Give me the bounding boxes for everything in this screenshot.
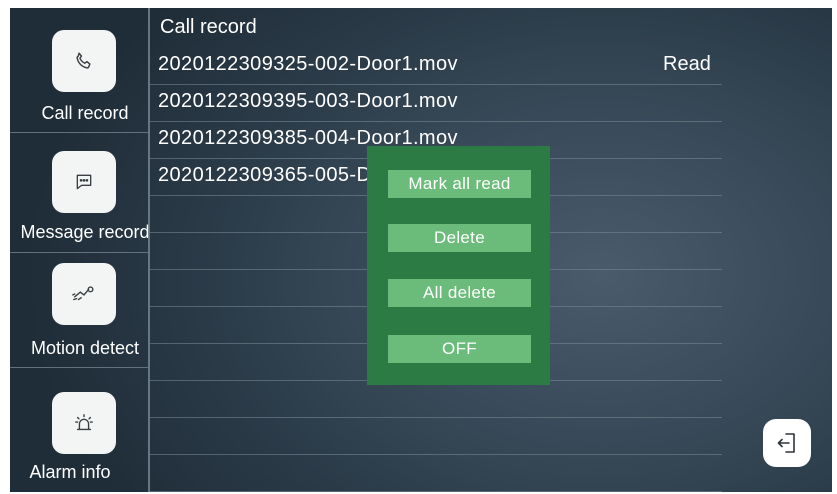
list-item[interactable] (150, 418, 722, 455)
sidebar-item-label: Call record (41, 103, 129, 123)
record-filename: 2020122309325-002-Door1.mov (158, 53, 458, 75)
sidebar-item-message-record[interactable]: Message record (10, 133, 150, 253)
phone-icon[interactable] (52, 30, 116, 92)
screen: Call record Message record Motion detect… (10, 8, 832, 492)
context-menu: Mark all read Delete All delete OFF (367, 146, 550, 385)
record-filename: 2020122309395-003-Door1.mov (158, 90, 458, 112)
motion-icon[interactable] (52, 263, 116, 325)
delete-button[interactable]: Delete (388, 224, 531, 252)
record-status: Read (663, 53, 711, 75)
sidebar-item-label: Motion detect (30, 338, 140, 358)
list-item[interactable] (150, 455, 722, 492)
off-button[interactable]: OFF (388, 335, 531, 363)
sidebar-item-label: Alarm info (29, 462, 111, 482)
sidebar-item-alarm-info[interactable]: Alarm info (10, 368, 150, 492)
sidebar-item-label: Message record (20, 222, 150, 242)
row-divider (150, 491, 722, 492)
sidebar: Call record Message record Motion detect… (10, 8, 150, 492)
sidebar-item-call-record[interactable]: Call record (10, 8, 150, 133)
sidebar-item-motion-detect[interactable]: Motion detect (10, 253, 150, 368)
page-title: Call record (160, 16, 257, 38)
list-item[interactable] (150, 381, 722, 418)
message-icon[interactable] (52, 151, 116, 213)
exit-icon (777, 433, 795, 453)
list-item[interactable]: 2020122309325-002-Door1.mov Read (150, 48, 722, 85)
all-delete-button[interactable]: All delete (388, 279, 531, 307)
exit-button[interactable] (763, 419, 811, 467)
mark-all-read-button[interactable]: Mark all read (388, 170, 531, 198)
list-item[interactable]: 2020122309395-003-Door1.mov (150, 85, 722, 122)
alarm-icon[interactable] (52, 392, 116, 454)
